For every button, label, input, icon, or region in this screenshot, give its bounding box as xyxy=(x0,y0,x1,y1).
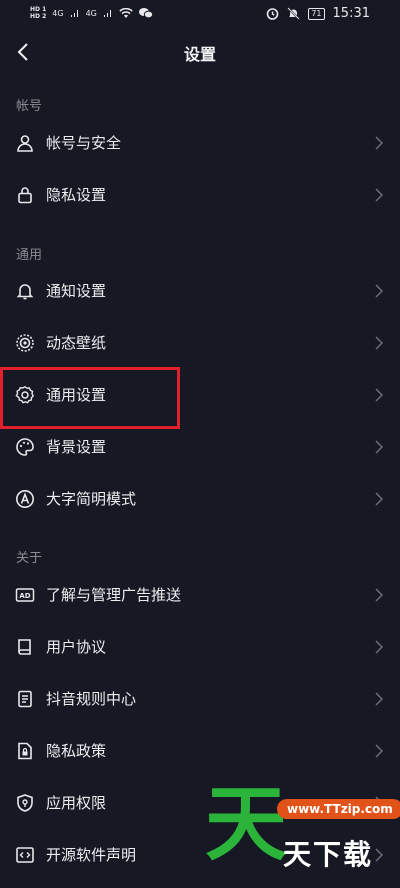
row-privacy-policy[interactable]: 隐私政策 xyxy=(0,725,400,777)
chevron-right-icon xyxy=(375,640,384,654)
code-icon xyxy=(16,847,34,863)
watermark: 天 www.TTzip.com 天下载 xyxy=(205,775,400,885)
chevron-right-icon xyxy=(375,188,384,202)
font-a-icon xyxy=(16,490,34,508)
row-label: 用户协议 xyxy=(46,638,107,656)
row-label: 开源软件声明 xyxy=(46,846,137,864)
lock-icon xyxy=(18,187,32,204)
mute-bell-icon xyxy=(287,7,301,20)
file-lock-icon xyxy=(18,742,32,760)
network2-label: 4G xyxy=(85,8,97,18)
watermark-big-char: 天 xyxy=(205,777,288,872)
section-about: 关于 xyxy=(16,551,43,566)
user-icon xyxy=(17,135,33,152)
status-bar: HD 1 HD 2 4G 4G 71 15:31 xyxy=(0,0,400,28)
page-title: 设置 xyxy=(183,45,216,64)
row-label: 了解与管理广告推送 xyxy=(46,586,182,604)
row-ad-management[interactable]: AD 了解与管理广告推送 xyxy=(0,569,400,621)
row-label: 背景设置 xyxy=(46,438,107,456)
wechat-icon xyxy=(138,8,153,19)
section-general: 通用 xyxy=(16,248,43,263)
signal-icon xyxy=(70,10,78,17)
network1-label: 4G xyxy=(52,8,64,18)
chevron-right-icon xyxy=(375,336,384,350)
palette-icon xyxy=(16,438,34,456)
row-rules-center[interactable]: 抖音规则中心 xyxy=(0,673,400,725)
chevron-right-icon xyxy=(375,588,384,602)
row-notification-settings[interactable]: 通知设置 xyxy=(0,265,400,317)
chevron-right-icon xyxy=(375,692,384,706)
document-icon xyxy=(18,690,32,708)
signal2-icon xyxy=(103,10,111,17)
chevron-right-icon xyxy=(375,440,384,454)
battery-indicator: 71 xyxy=(308,7,325,20)
row-label: 大字简明模式 xyxy=(46,490,137,508)
row-user-agreement[interactable]: 用户协议 xyxy=(0,621,400,673)
row-large-font-mode[interactable]: 大字简明模式 xyxy=(0,473,400,525)
ad-icon: AD xyxy=(15,588,35,602)
chevron-right-icon xyxy=(375,388,384,402)
wifi-icon xyxy=(119,7,133,18)
row-privacy-settings[interactable]: 隐私设置 xyxy=(0,169,400,221)
wallpaper-icon xyxy=(16,334,34,352)
sim2-label: HD 2 xyxy=(30,13,47,20)
bell-icon xyxy=(16,284,34,300)
clock: 15:31 xyxy=(332,6,370,21)
chevron-right-icon xyxy=(375,284,384,298)
navigation-bar: 设置 xyxy=(0,28,400,76)
chevron-right-icon xyxy=(375,492,384,506)
row-label: 应用权限 xyxy=(46,794,107,812)
row-label: 动态壁纸 xyxy=(46,334,107,352)
sim1-label: HD 1 xyxy=(30,6,47,13)
svg-text:AD: AD xyxy=(19,592,30,600)
book-icon xyxy=(18,639,31,655)
row-account-security[interactable]: 帐号与安全 xyxy=(0,117,400,169)
chevron-right-icon xyxy=(375,136,384,150)
watermark-text: 天下载 xyxy=(283,838,374,871)
row-label: 隐私政策 xyxy=(46,742,107,760)
row-label: 隐私设置 xyxy=(46,186,107,204)
watermark-url: www.TTzip.com xyxy=(277,799,400,819)
row-label: 通知设置 xyxy=(46,282,107,300)
sim-indicator: HD 1 HD 2 xyxy=(30,6,46,20)
alarm-icon xyxy=(267,8,279,20)
chevron-right-icon xyxy=(375,744,384,758)
section-account: 帐号 xyxy=(16,99,43,114)
row-live-wallpaper[interactable]: 动态壁纸 xyxy=(0,317,400,369)
row-label: 抖音规则中心 xyxy=(46,690,137,708)
row-label: 帐号与安全 xyxy=(46,134,122,152)
highlight-box xyxy=(0,367,180,429)
shield-icon xyxy=(17,794,33,812)
